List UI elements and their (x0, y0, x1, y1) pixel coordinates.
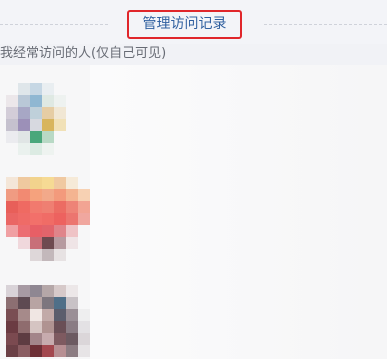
visitor-avatar-1[interactable] (6, 83, 66, 155)
divider-right (264, 24, 387, 25)
frequent-visitors-section-title: 我经常访问的人(仅自己可见) (0, 46, 167, 61)
visitor-avatar-3[interactable] (6, 285, 90, 357)
manage-visit-records-button[interactable]: 管理访问记录 (127, 10, 242, 39)
visitor-avatar-2[interactable] (6, 177, 102, 261)
divider-left (0, 24, 108, 25)
frequent-visitors-list (0, 65, 387, 359)
visit-records-header: 管理访问记录 (0, 0, 387, 44)
